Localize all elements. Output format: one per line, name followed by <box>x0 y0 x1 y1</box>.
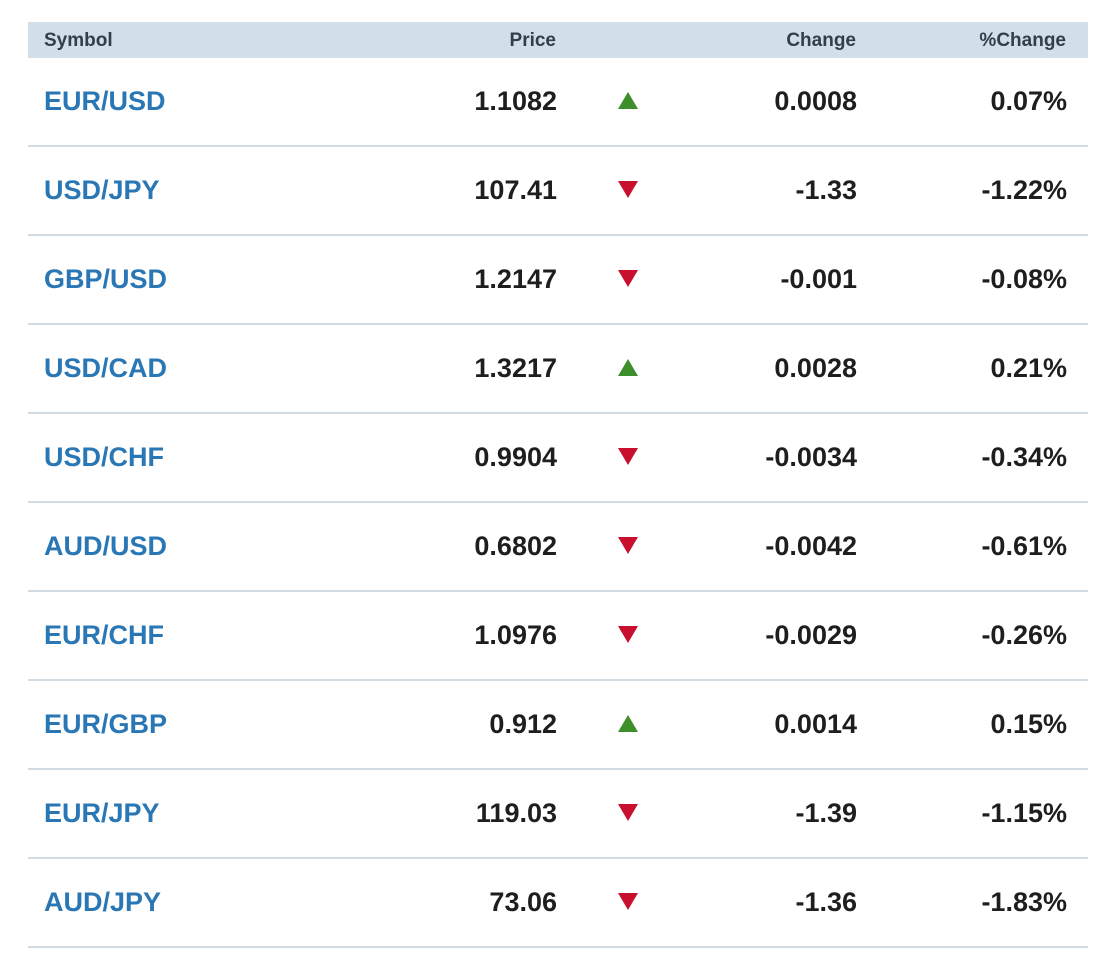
symbol-link[interactable]: AUD/JPY <box>44 859 161 946</box>
symbol-link[interactable]: USD/JPY <box>44 147 160 234</box>
price-value: 1.3217 <box>474 353 557 383</box>
pct-change-value: 0.07% <box>990 86 1067 116</box>
table-row[interactable]: GBP/USD 1.2147 -0.001 -0.08% <box>28 236 1088 325</box>
change-value: -0.0029 <box>765 620 857 650</box>
change-value: -1.36 <box>795 887 857 917</box>
price-value: 73.06 <box>489 887 557 917</box>
price-value: 1.1082 <box>474 86 557 116</box>
table-row[interactable]: EUR/GBP 0.912 0.0014 0.15% <box>28 681 1088 770</box>
pct-change-value: -1.22% <box>981 175 1067 205</box>
pct-change-value: -0.61% <box>981 531 1067 561</box>
column-header-pct-change[interactable]: %Change <box>979 22 1066 60</box>
symbol-link[interactable]: AUD/USD <box>44 503 167 590</box>
price-value: 107.41 <box>474 175 557 205</box>
table-row[interactable]: EUR/JPY 119.03 -1.39 -1.15% <box>28 770 1088 859</box>
column-header-change[interactable]: Change <box>786 22 856 60</box>
up-arrow-icon <box>618 58 638 145</box>
table-row[interactable]: EUR/CHF 1.0976 -0.0029 -0.26% <box>28 592 1088 681</box>
table-row[interactable]: EUR/USD 1.1082 0.0008 0.07% <box>28 58 1088 147</box>
table-row[interactable]: USD/CAD 1.3217 0.0028 0.21% <box>28 325 1088 414</box>
up-arrow-icon <box>618 325 638 412</box>
table-row[interactable]: USD/JPY 107.41 -1.33 -1.22% <box>28 147 1088 236</box>
price-value: 119.03 <box>475 798 557 828</box>
price-value: 1.2147 <box>474 264 557 294</box>
symbol-link[interactable]: USD/CHF <box>44 414 164 501</box>
pct-change-value: 0.21% <box>990 353 1067 383</box>
pct-change-value: -0.26% <box>981 620 1067 650</box>
price-value: 0.912 <box>489 709 557 739</box>
change-value: 0.0014 <box>774 709 857 739</box>
pct-change-value: -1.15% <box>981 798 1067 828</box>
change-value: 0.0028 <box>774 353 857 383</box>
price-value: 0.9904 <box>474 442 557 472</box>
change-value: -1.33 <box>795 175 857 205</box>
symbol-link[interactable]: USD/CAD <box>44 325 167 412</box>
column-header-symbol[interactable]: Symbol <box>44 22 113 60</box>
pct-change-value: -1.83% <box>981 887 1067 917</box>
table-row[interactable]: AUD/USD 0.6802 -0.0042 -0.61% <box>28 503 1088 592</box>
down-arrow-icon <box>618 770 638 857</box>
down-arrow-icon <box>618 592 638 679</box>
symbol-link[interactable]: EUR/JPY <box>44 770 160 857</box>
pct-change-value: -0.34% <box>981 442 1067 472</box>
change-value: -0.001 <box>780 264 857 294</box>
symbol-link[interactable]: EUR/CHF <box>44 592 164 679</box>
price-value: 1.0976 <box>474 620 557 650</box>
up-arrow-icon <box>618 681 638 768</box>
down-arrow-icon <box>618 236 638 323</box>
table-header: Symbol Price Change %Change <box>28 22 1088 58</box>
pct-change-value: 0.15% <box>990 709 1067 739</box>
table-row[interactable]: AUD/JPY 73.06 -1.36 -1.83% <box>28 859 1088 948</box>
change-value: -0.0034 <box>765 442 857 472</box>
column-header-price[interactable]: Price <box>510 22 556 60</box>
change-value: -1.39 <box>795 798 857 828</box>
symbol-link[interactable]: EUR/USD <box>44 58 166 145</box>
price-value: 0.6802 <box>474 531 557 561</box>
down-arrow-icon <box>618 147 638 234</box>
down-arrow-icon <box>618 503 638 590</box>
change-value: 0.0008 <box>774 86 857 116</box>
table-row[interactable]: USD/CHF 0.9904 -0.0034 -0.34% <box>28 414 1088 503</box>
table-body: EUR/USD 1.1082 0.0008 0.07% USD/JPY 107.41 -1.… <box>28 58 1088 948</box>
down-arrow-icon <box>618 859 638 946</box>
symbol-link[interactable]: GBP/USD <box>44 236 167 323</box>
symbol-link[interactable]: EUR/GBP <box>44 681 167 768</box>
forex-quote-table: Symbol Price Change %Change EUR/USD 1.108… <box>28 22 1088 948</box>
pct-change-value: -0.08% <box>981 264 1067 294</box>
change-value: -0.0042 <box>765 531 857 561</box>
down-arrow-icon <box>618 414 638 501</box>
